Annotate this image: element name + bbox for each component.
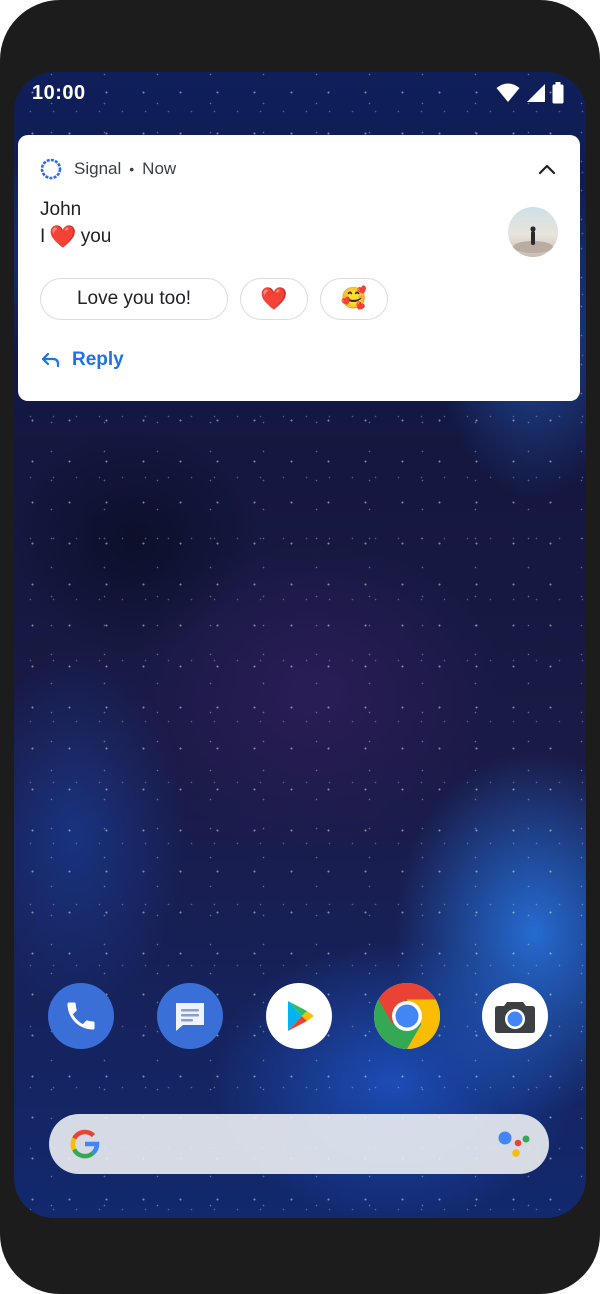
notification-title: John (40, 199, 82, 220)
app-dock (48, 983, 552, 1051)
camera-app-icon[interactable] (482, 983, 548, 1049)
google-search-bar[interactable] (49, 1114, 549, 1174)
reply-label: Reply (72, 349, 124, 370)
message-prefix: I (40, 226, 46, 247)
signal-notification[interactable]: Signal • Now John I ❤️ you Love you too!… (18, 135, 580, 401)
play-store-app-icon[interactable] (266, 983, 332, 1049)
phone-app-icon[interactable] (48, 983, 114, 1049)
status-time: 10:00 (32, 81, 86, 104)
avatar-photo (513, 226, 553, 253)
battery-icon (552, 82, 564, 104)
heart-emoji: ❤️ (49, 224, 77, 249)
smart-reply-smiling-hearts[interactable]: 🥰 (320, 278, 388, 320)
status-bar: 10:00 (32, 80, 564, 106)
reply-button[interactable]: Reply (40, 349, 124, 371)
smart-reply-heart[interactable]: ❤️ (240, 278, 308, 320)
notification-app-name: Signal (74, 159, 122, 178)
contact-avatar (508, 207, 558, 257)
google-g-icon (70, 1129, 100, 1159)
header-separator: • (129, 161, 135, 177)
status-icons (496, 82, 564, 104)
phone-frame: 10:00 Signal • Now John I ❤️ you Love yo… (0, 0, 600, 1294)
messages-app-icon[interactable] (157, 983, 223, 1049)
smart-replies: Love you too! ❤️ 🥰 (40, 278, 388, 320)
notification-timestamp: Now (142, 159, 177, 178)
chrome-app-icon[interactable] (374, 983, 440, 1049)
cellular-signal-icon (527, 84, 545, 102)
notification-header: Signal • Now (40, 155, 176, 183)
reply-arrow-icon (41, 352, 60, 368)
smart-reply-love-you-too[interactable]: Love you too! (40, 278, 228, 320)
message-suffix: you (80, 226, 112, 247)
google-assistant-icon[interactable] (497, 1129, 531, 1159)
chevron-up-icon[interactable] (534, 157, 560, 183)
signal-icon (40, 158, 62, 180)
notification-message: I ❤️ you (40, 226, 111, 248)
wifi-icon (496, 83, 520, 102)
